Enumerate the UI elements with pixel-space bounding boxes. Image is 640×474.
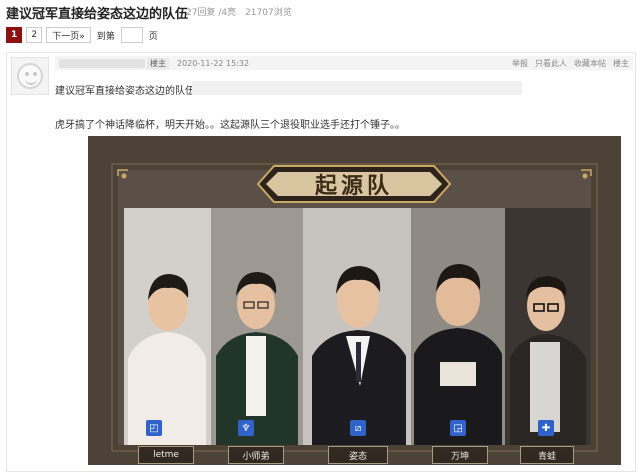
post: 楼主 2020-11-22 15:32 举报 只看此人 收藏本帖 楼主 建议冠军… — [6, 52, 636, 472]
team-title: 起源队 — [314, 173, 393, 199]
post-meta-bar: 楼主 2020-11-22 15:32 举报 只看此人 收藏本帖 楼主 — [55, 56, 633, 70]
thread-header: 建议冠军直接给姿态这边的队伍 27回复 /4亮 21707浏览 — [0, 0, 640, 22]
player-name-zitai: 姿态 — [328, 446, 388, 464]
avatar-placeholder-icon — [17, 63, 43, 89]
redacted-area — [192, 81, 522, 95]
player-name-xiaoshidi: 小师弟 — [228, 446, 284, 464]
player-name-wankun: 万坤 — [432, 446, 488, 464]
only-this-user-link[interactable]: 只看此人 — [535, 58, 567, 69]
top-lane-icon: ◰ — [146, 420, 162, 436]
thread-stats: 27回复 /4亮 21707浏览 — [186, 8, 292, 18]
player-name-letme: letme — [138, 446, 194, 464]
post-date: 2020-11-22 15:32 — [177, 58, 250, 68]
goto-page-input[interactable] — [120, 27, 143, 43]
thread-title: 建议冠军直接给姿态这边的队伍 — [6, 7, 189, 22]
avatar[interactable] — [11, 57, 49, 95]
team-banner-image: 起源队 ◰ letme ♆ 小师弟 ⧄ 姿态 ◲ 万坤 ✚ 青蛙 — [88, 136, 621, 465]
post-body: 虎牙搞了个神话降临杯，明天开始。。这起源队三个退役职业选手还打个锤子。。 — [55, 120, 405, 131]
player-name-qingwa: 青蛙 — [520, 446, 574, 464]
post-actions: 举报 只看此人 收藏本帖 楼主 — [512, 58, 633, 69]
page-button-1[interactable]: 1 — [6, 27, 23, 43]
goto-label: 到第 — [96, 31, 115, 42]
floor-tag: 楼主 — [147, 57, 169, 69]
bot-lane-icon: ◲ — [450, 420, 466, 436]
support-icon: ✚ — [538, 420, 554, 436]
report-link[interactable]: 举报 — [512, 58, 528, 69]
next-page-button[interactable]: 下一页» — [46, 27, 91, 43]
favorite-link[interactable]: 收藏本帖 — [574, 58, 606, 69]
page-unit-label: 页 — [148, 31, 158, 42]
page-button-2[interactable]: 2 — [26, 27, 43, 43]
mid-lane-icon: ⧄ — [350, 420, 366, 436]
pagination: 1 2 下一页» 到第 页 — [6, 26, 160, 44]
floor-link[interactable]: 楼主 — [613, 58, 629, 69]
post-title: 建议冠军直接给姿态这边的队伍 — [55, 86, 195, 97]
team-title-plate: 起源队 — [266, 172, 442, 199]
author-name-redacted — [59, 58, 145, 68]
jungle-icon: ♆ — [238, 420, 254, 436]
